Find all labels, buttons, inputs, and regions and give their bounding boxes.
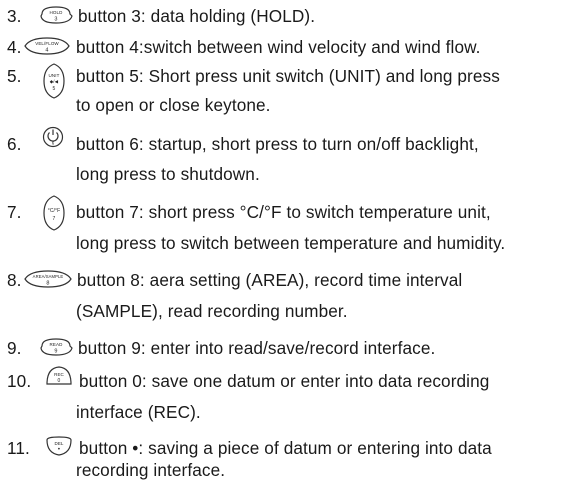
svg-text:5: 5 (53, 86, 56, 92)
item-text-continued: long press to switch between temperature… (76, 233, 506, 253)
svg-text:UNIT: UNIT (49, 73, 60, 78)
svg-text:HOLD: HOLD (50, 10, 64, 15)
svg-text:9: 9 (54, 349, 57, 355)
svg-text:8: 8 (46, 281, 49, 287)
item-number: 5. (7, 66, 22, 86)
item-text-continued: long press to shutdown. (76, 164, 260, 184)
svg-text:3: 3 (54, 17, 57, 23)
svg-text:°C/°F: °C/°F (48, 208, 61, 214)
item-number: 7. (7, 202, 22, 222)
item-number: 10. (7, 371, 32, 391)
unit-button-icon: UNIT ◆/◀ 5 (42, 62, 66, 100)
temperature-unit-button-icon: °C/°F 7 (42, 194, 66, 232)
item-text-continued: interface (REC). (76, 402, 201, 422)
svg-text:4: 4 (45, 48, 48, 54)
svg-text:AREA/SAMPLE: AREA/SAMPLE (33, 274, 64, 279)
area-sample-button-icon: AREA/SAMPLE 8 (22, 269, 74, 289)
svg-text:VEL/FLOW: VEL/FLOW (35, 41, 59, 46)
svg-text:◆/◀: ◆/◀ (50, 79, 59, 84)
item-number: 9. (7, 338, 22, 358)
power-button-icon: 6 (42, 124, 64, 152)
item-number: 11. (7, 438, 30, 458)
manual-page: 3. HOLD 3 button 3: data holding (HOLD).… (0, 0, 583, 480)
item-text: button 7: short press °C/°F to switch te… (76, 202, 491, 222)
item-text-continued: recording interface. (76, 460, 226, 480)
item-number: 3. (7, 6, 22, 26)
svg-text:DEL: DEL (54, 441, 63, 446)
item-text: button 3: data holding (HOLD). (78, 6, 316, 26)
item-text: button 5: Short press unit switch (UNIT)… (76, 66, 500, 86)
item-text: button •: saving a piece of datum or ent… (79, 438, 492, 458)
svg-text:0: 0 (58, 378, 61, 384)
svg-text:READ: READ (50, 342, 64, 347)
item-text-continued: to open or close keytone. (76, 95, 271, 115)
del-button-icon: DEL • (44, 434, 74, 460)
vel-flow-button-icon: VEL/FLOW 4 (22, 36, 72, 56)
item-number: 6. (7, 134, 22, 154)
item-text: button 0: save one datum or enter into d… (79, 371, 490, 391)
item-number: 4. (7, 37, 22, 57)
hold-button-icon: HOLD 3 (38, 5, 74, 25)
read-button-icon: READ 9 (38, 337, 74, 357)
svg-text:•: • (58, 447, 60, 453)
item-text-continued: (SAMPLE), read recording number. (76, 301, 348, 321)
item-text: button 6: startup, short press to turn o… (76, 134, 479, 154)
rec-button-icon: REC 0 (44, 364, 74, 390)
item-text: button 8: aera setting (AREA), record ti… (77, 270, 463, 290)
svg-text:7: 7 (53, 216, 56, 222)
item-number: 8. (7, 270, 22, 290)
svg-text:REC: REC (54, 372, 64, 377)
item-text: button 9: enter into read/save/record in… (78, 338, 436, 358)
item-text: button 4:switch between wind velocity an… (76, 37, 481, 57)
svg-text:6: 6 (52, 141, 55, 146)
